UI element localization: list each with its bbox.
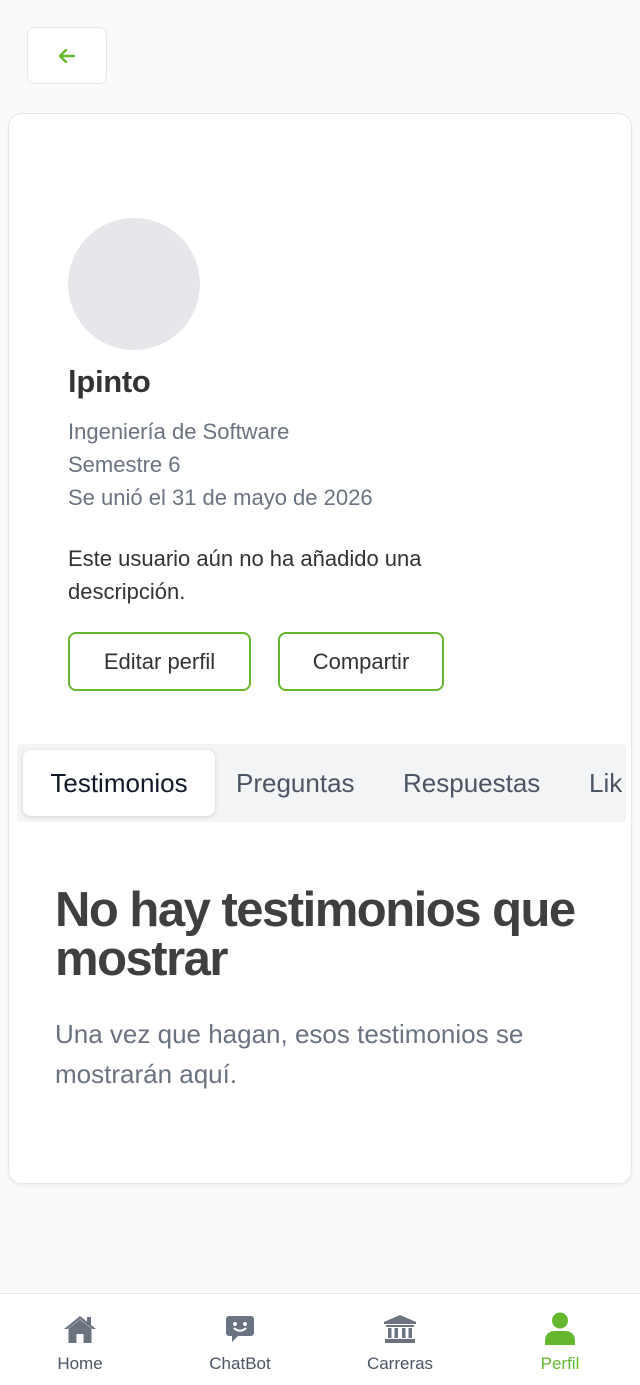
tab-testimonios[interactable]: Testimonios (23, 750, 215, 816)
profile-joined-date: Se unió el 31 de mayo de 2026 (68, 485, 373, 510)
avatar (68, 218, 200, 350)
tab-respuestas[interactable]: Respuestas (403, 750, 540, 816)
profile-semester: Semestre 6 (68, 452, 181, 477)
edit-profile-button[interactable]: Editar perfil (68, 632, 251, 691)
nav-label-home: Home (57, 1354, 103, 1373)
nav-label-chatbot: ChatBot (209, 1354, 271, 1373)
profile-career: Ingeniería de Software (68, 419, 290, 444)
nav-item-home[interactable]: Home (0, 1294, 160, 1385)
profile-tabs: Testimonios Preguntas Respuestas Lik (17, 744, 626, 822)
chatbot-icon (226, 1316, 254, 1342)
back-button[interactable] (27, 27, 107, 84)
tab-preguntas[interactable]: Preguntas (236, 750, 355, 816)
nav-item-chatbot[interactable]: ChatBot (160, 1294, 320, 1385)
tab-likes[interactable]: Lik (589, 750, 622, 816)
bottom-navigation: Home ChatBot Carreras Perfil (0, 1293, 640, 1385)
profile-username: lpinto (68, 364, 151, 399)
user-icon (545, 1312, 575, 1345)
nav-item-carreras[interactable]: Carreras (320, 1294, 480, 1385)
university-icon (384, 1315, 416, 1343)
empty-state-title: No hay testimonios que mostrar (55, 883, 576, 986)
nav-item-perfil[interactable]: Perfil (480, 1294, 640, 1385)
home-icon (64, 1316, 96, 1343)
nav-label-carreras: Carreras (366, 1354, 434, 1373)
arrow-left-icon (58, 48, 76, 63)
share-button[interactable]: Compartir (278, 632, 444, 691)
nav-label-perfil: Perfil (540, 1354, 580, 1373)
profile-card: lpinto Ingeniería de Software Semestre 6… (8, 113, 632, 1184)
empty-state-description: Una vez que hagan, esos testimonios se m… (55, 1019, 524, 1089)
profile-bio: Este usuario aún no ha añadido una descr… (68, 546, 422, 604)
